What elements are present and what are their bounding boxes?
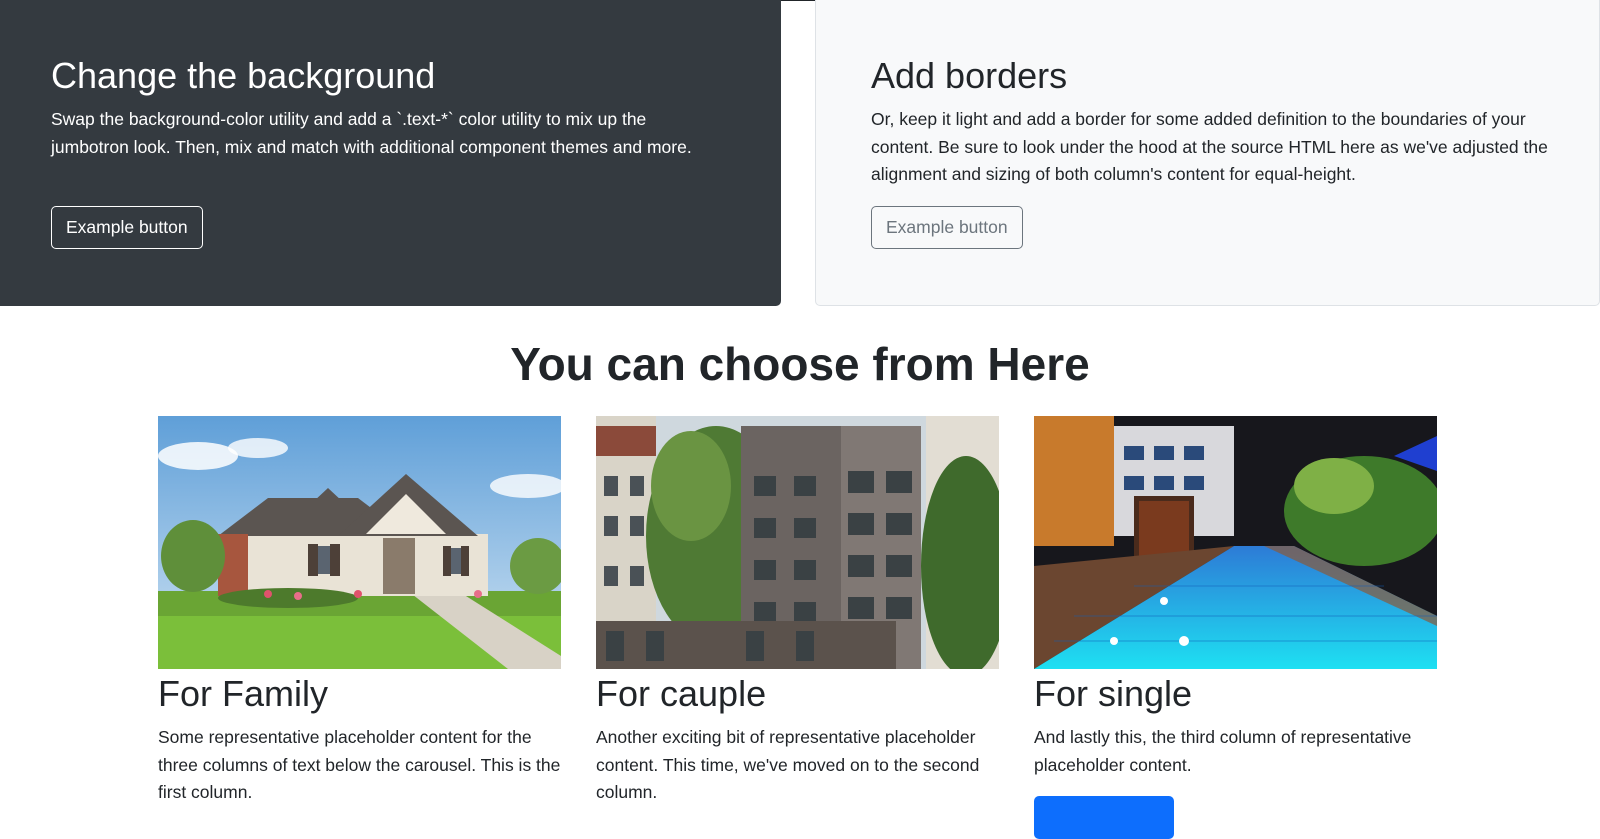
card-title: For Family: [158, 673, 328, 714]
jumbotron-dark-text: Swap the background-color utility and ad…: [51, 109, 692, 157]
section-heading: You can choose from Here: [510, 338, 1090, 390]
family-house-photo: [158, 416, 561, 669]
card-title: For cauple: [596, 673, 767, 714]
jumbotron-dark: Change the background Swap the backgroun…: [0, 0, 781, 306]
card-for-single: For single And lastly this, the third co…: [1034, 416, 1437, 839]
pool-resort-photo: [1034, 416, 1437, 669]
example-button-light-outline[interactable]: Example button: [51, 206, 203, 249]
example-button-secondary-outline[interactable]: Example button: [871, 206, 1023, 249]
card-for-family: For Family Some representative placehold…: [158, 416, 561, 802]
card-text: And lastly this, the third column of rep…: [1034, 727, 1412, 775]
card-title: For single: [1034, 673, 1193, 714]
card-text: Another exciting bit of representative p…: [596, 727, 980, 802]
jumbotron-dark-title: Change the background: [51, 55, 436, 96]
card-for-cauple: For cauple Another exciting bit of repre…: [596, 416, 999, 802]
card-text: Some representative placeholder content …: [158, 727, 561, 802]
jumbotron-light-text: Or, keep it light and add a border for s…: [871, 109, 1548, 184]
jumbotron-light-title: Add borders: [871, 55, 1068, 96]
card-primary-button[interactable]: [1034, 796, 1174, 839]
apartment-building-photo: [596, 416, 999, 669]
jumbotron-light: Add borders Or, keep it light and add a …: [815, 0, 1600, 306]
